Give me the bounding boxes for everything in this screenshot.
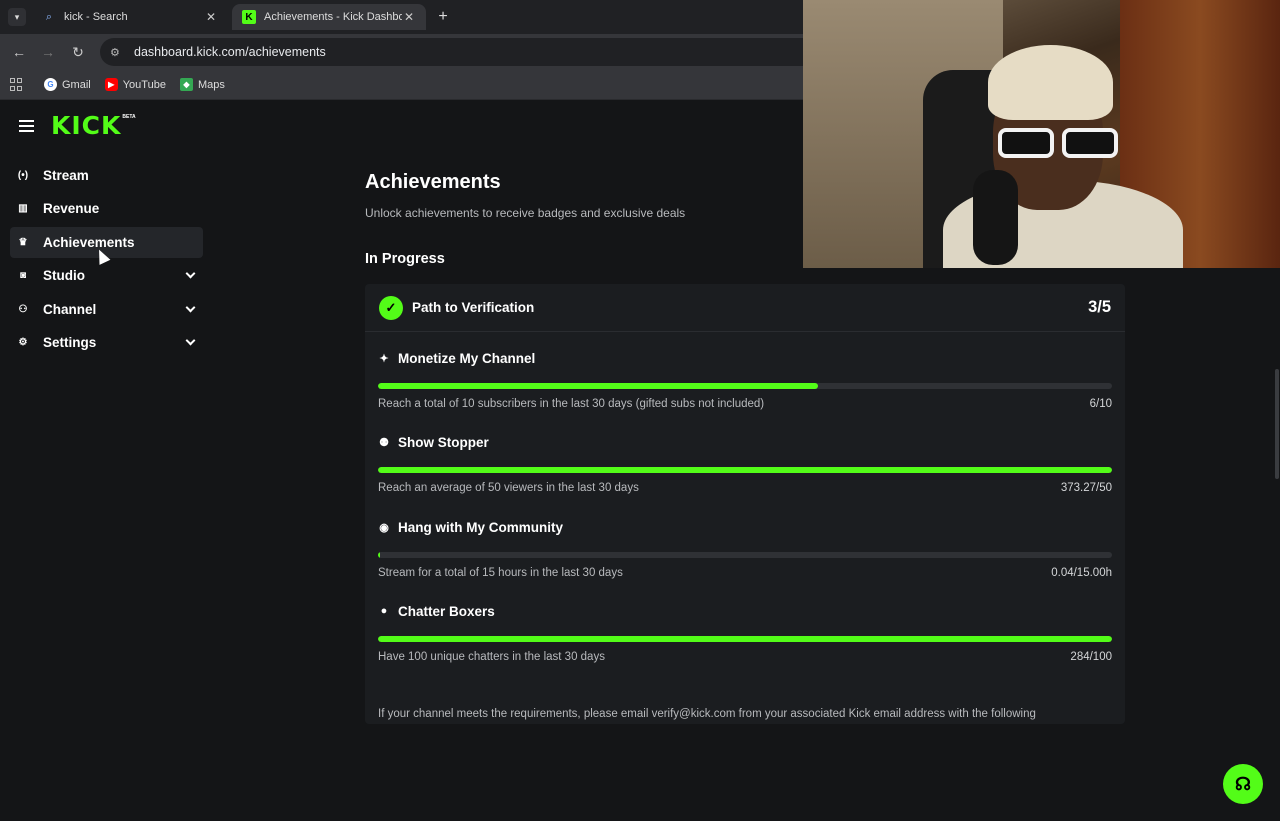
card-title: Path to Verification (412, 300, 535, 315)
achievement-description: Reach a total of 10 subscribers in the l… (378, 398, 765, 410)
google-icon: G (44, 78, 57, 91)
sidebar-item-stream[interactable]: (•) Stream (10, 160, 203, 191)
bookmark-gmail[interactable]: G Gmail (44, 78, 91, 91)
webcam-overlay (803, 0, 1280, 268)
apps-grid-icon[interactable] (10, 77, 24, 92)
broadcast-icon: ◉ (379, 521, 389, 534)
achievement-item: ◉ Hang with My Community Stream for a to… (365, 501, 1125, 585)
card-header: ✓ Path to Verification 3/5 (365, 284, 1125, 332)
support-headset-icon[interactable]: ☊ (1223, 764, 1263, 804)
address-bar[interactable]: ⚙ dashboard.kick.com/achievements (100, 38, 900, 66)
scrollbar-track[interactable] (1274, 202, 1280, 821)
progress-bar (378, 551, 1112, 558)
sidebar-item-settings[interactable]: ⚙ Settings (10, 327, 203, 358)
sparkle-icon: ✦ (379, 353, 389, 365)
achievement-description: Reach an average of 50 viewers in the la… (378, 482, 639, 495)
gear-icon: ⚙ (18, 336, 28, 348)
site-info-icon[interactable]: ⚙ (110, 46, 124, 59)
chat-icon: ● (380, 605, 388, 618)
achievement-description: Have 100 unique chatters in the last 30 … (378, 650, 605, 663)
logo-text: KICK (51, 111, 122, 140)
viewers-icon: ⚉ (379, 437, 389, 450)
achievement-item: ⚉ Show Stopper Reach an average of 50 vi… (365, 416, 1125, 500)
progress-fill (378, 635, 1112, 642)
tab-title: kick - Search (64, 11, 128, 23)
verification-card: ✓ Path to Verification 3/5 ✦ Monetize My… (365, 284, 1125, 724)
bookmark-maps[interactable]: ◆ Maps (179, 78, 225, 91)
maps-icon: ◆ (179, 78, 193, 91)
trophy-icon: ♛ (18, 236, 28, 248)
sidebar-item-label: Stream (43, 168, 89, 183)
chevron-down-icon[interactable] (183, 302, 197, 316)
forward-arrow-icon[interactable]: → (39, 43, 57, 61)
bookmark-youtube[interactable]: ▶ YouTube (104, 78, 166, 91)
sidebar-item-label: Achievements (43, 234, 135, 250)
achievement-name: Monetize My Channel (398, 351, 536, 366)
webcam-microphone (973, 170, 1018, 265)
beta-label: BETA (122, 114, 136, 120)
achievement-item: ✦ Monetize My Channel Reach a total of 1… (365, 332, 1125, 416)
sidebar-item-label: Settings (43, 334, 97, 350)
sidebar-item-studio[interactable]: ◙ Studio (10, 260, 203, 291)
card-progress-count: 3/5 (1088, 298, 1111, 316)
achievement-name: Chatter Boxers (398, 603, 495, 619)
tab-title: Achievements - Kick Dashboard (264, 11, 402, 23)
reload-icon[interactable]: ↻ (69, 43, 87, 61)
browser-tab-search[interactable]: ⌕ kick - Search ✕ (32, 4, 228, 30)
achievement-value: 373.27/50 (1060, 482, 1112, 495)
browser-tab-achievements[interactable]: K Achievements - Kick Dashboard ✕ (232, 4, 426, 30)
achievement-name: Show Stopper (398, 435, 489, 451)
progress-bar (378, 467, 1112, 474)
chevron-down-icon[interactable] (183, 268, 197, 283)
verified-check-icon: ✓ (379, 295, 403, 320)
sidebar-item-label: Revenue (43, 201, 100, 217)
users-icon: ⚇ (18, 303, 28, 315)
back-arrow-icon[interactable]: ← (10, 43, 28, 61)
menu-hamburger-icon[interactable] (19, 120, 34, 132)
achievement-description: Stream for a total of 15 hours in the la… (378, 566, 623, 579)
youtube-icon: ▶ (104, 78, 118, 91)
close-icon[interactable]: ✕ (402, 10, 416, 24)
sidebar-item-revenue[interactable]: ▥ Revenue (10, 193, 203, 224)
close-icon[interactable]: ✕ (204, 10, 218, 24)
webcam-sunglasses (998, 128, 1118, 158)
chevron-down-icon[interactable] (183, 335, 197, 349)
studio-icon: ◙ (19, 270, 27, 282)
new-tab-plus-icon[interactable]: + (434, 8, 452, 26)
progress-bar (378, 635, 1112, 642)
address-url: dashboard.kick.com/achievements (134, 45, 326, 59)
sidebar-item-label: Channel (43, 301, 97, 317)
sidebar-item-label: Studio (43, 268, 85, 284)
progress-fill (378, 383, 819, 389)
sidebar-item-channel[interactable]: ⚇ Channel (10, 294, 203, 325)
achievement-value: 0.04/15.00h (1051, 566, 1112, 579)
bookmark-label: YouTube (122, 78, 166, 91)
kick-logo[interactable]: KICK BETA (51, 113, 136, 138)
tab-search-dropdown-icon[interactable]: ▾ (8, 8, 26, 26)
chart-icon: ▥ (18, 203, 28, 215)
bookmark-label: Maps (197, 78, 225, 91)
webcam-beanie (988, 45, 1113, 120)
kick-favicon-icon: K (242, 10, 256, 24)
achievement-item: ● Chatter Boxers Have 100 unique chatter… (365, 585, 1125, 669)
achievement-value: 284/100 (1070, 650, 1112, 663)
progress-fill (378, 551, 381, 558)
search-icon: ⌕ (45, 10, 53, 23)
stream-icon: (•) (17, 170, 29, 181)
progress-bar (378, 383, 1112, 389)
achievement-value: 6/10 (1089, 398, 1112, 410)
progress-fill (378, 467, 1112, 474)
verification-instructions: If your channel meets the requirements, … (378, 708, 1036, 720)
bookmark-label: Gmail (62, 78, 91, 91)
scrollbar-thumb[interactable] (1275, 369, 1279, 479)
achievement-name: Hang with My Community (398, 519, 563, 535)
